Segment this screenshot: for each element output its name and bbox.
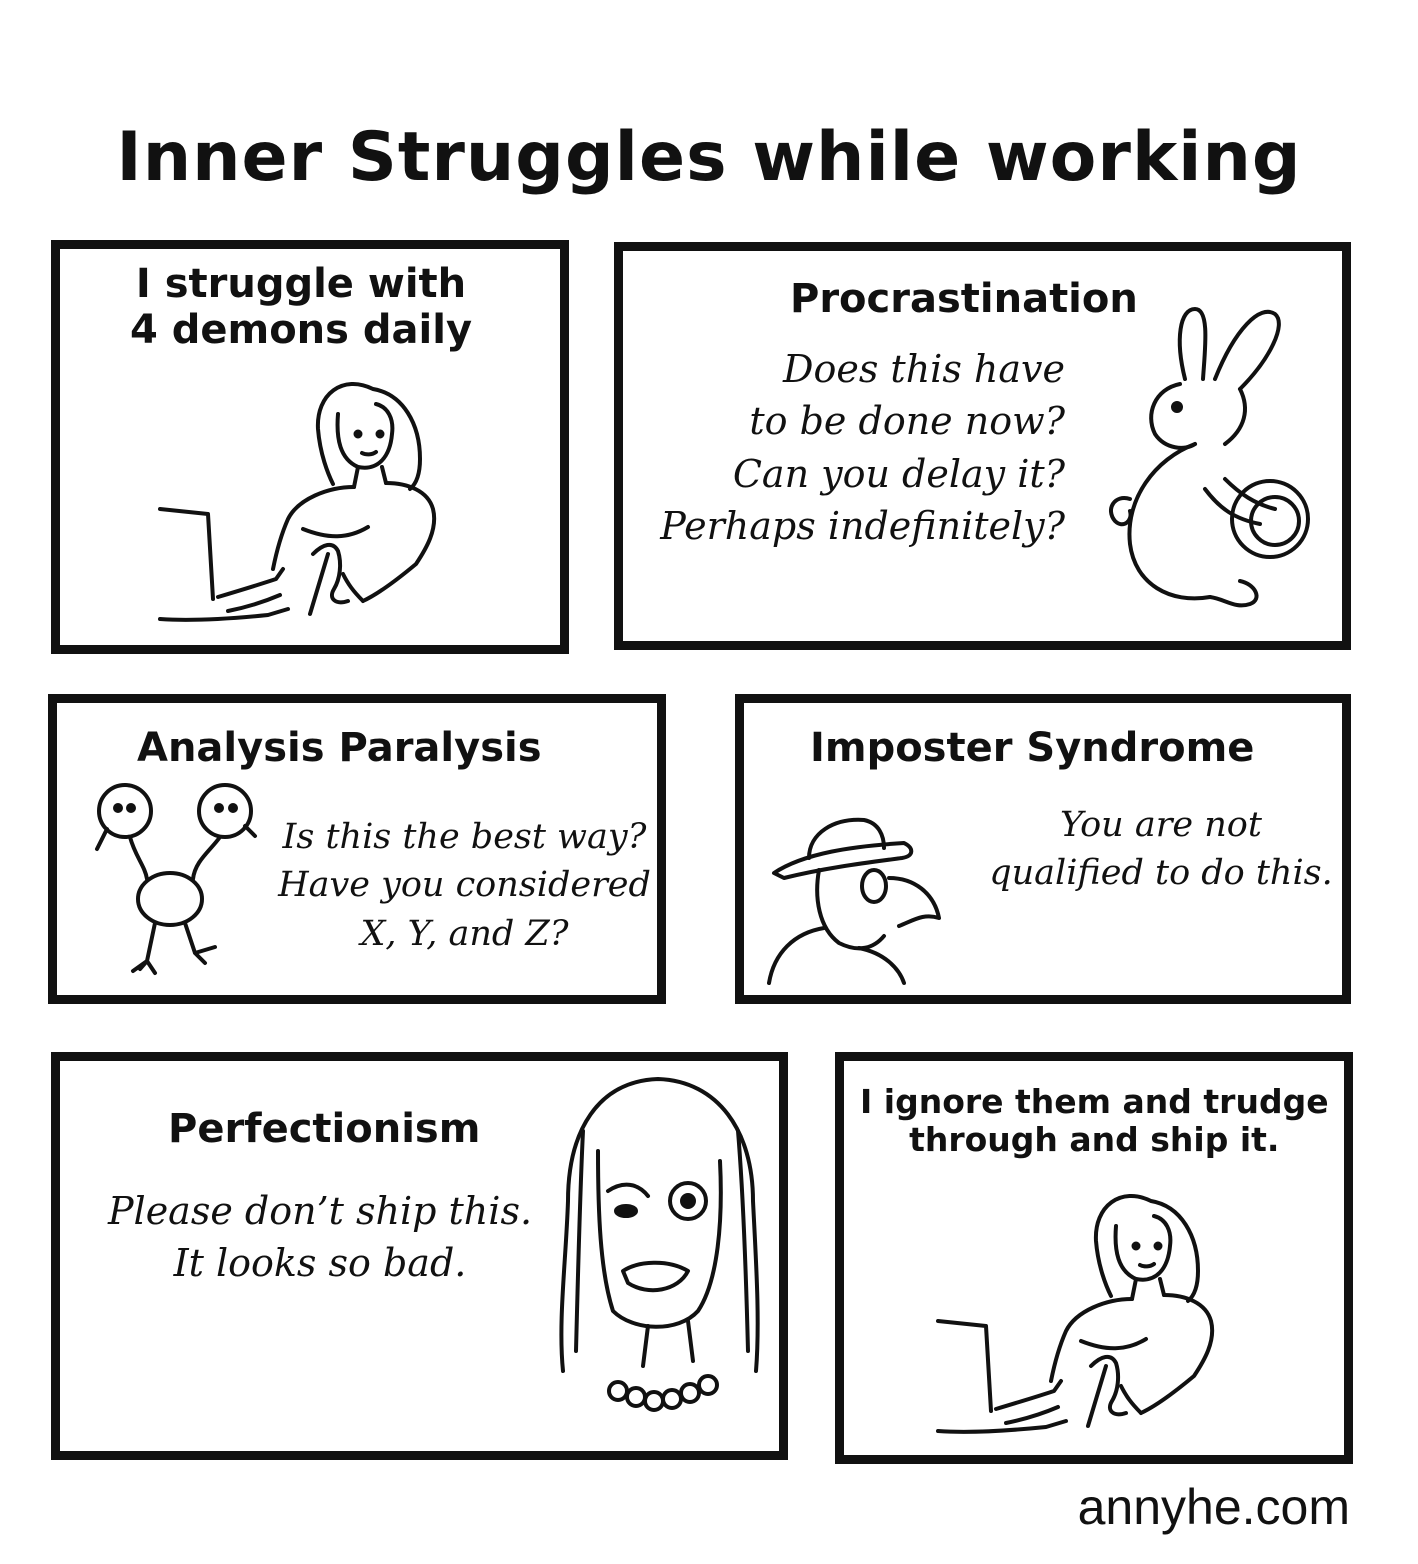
panel-procrastination: Procrastination Does this have to be don… [614,242,1351,650]
resolution-heading: I ignore them and trudge through and shi… [860,1083,1329,1159]
two-headed-bird-icon [95,783,257,975]
perfectionism-quote: Please don’t ship this. It looks so bad. [100,1185,540,1290]
imposter-syndrome-quote: You are not qualified to do this. [980,801,1342,898]
procrastination-quote-line-1: Does this have [783,347,1065,391]
perfectionism-quote-line-1: Please don’t ship this. [107,1189,533,1233]
rabbit-with-wheel-icon [1109,307,1310,608]
analysis-paralysis-quote-line-2: Have you considered [278,865,651,906]
resolution-heading-line-1: I ignore them and trudge [860,1082,1329,1121]
perfectionism-heading: Perfectionism [168,1106,481,1152]
woman-at-laptop-icon [936,1194,1215,1434]
imposter-syndrome-heading: Imposter Syndrome [810,725,1255,771]
perfectionism-quote-line-2: It looks so bad. [173,1241,467,1286]
resolution-heading-line-2: through and ship it. [909,1119,1280,1159]
analysis-paralysis-quote-line-3: X, Y, and Z? [360,913,569,954]
panel-imposter-syndrome: Imposter Syndrome You are not qualified … [735,694,1351,1004]
bird-in-hat-icon [767,817,941,985]
analysis-paralysis-quote: Is this the best way? Have you considere… [267,813,662,958]
intro-heading: I struggle with 4 demons daily [130,261,472,353]
imposter-syndrome-quote-line-2: qualified to do this. [989,853,1333,894]
panel-intro: I struggle with 4 demons daily [51,240,569,654]
woman-at-laptop-icon [158,382,437,622]
procrastination-quote-line-4: Perhaps indefinitely? [660,504,1065,549]
site-credit: annyhe.com [1077,1479,1350,1535]
panel-perfectionism: Perfectionism Please don’t ship this. It… [51,1052,788,1460]
panel-resolution: I ignore them and trudge through and shi… [835,1052,1353,1464]
procrastination-quote: Does this have to be done now? Can you d… [635,343,1065,553]
intro-heading-line-1: I struggle with [135,261,467,307]
analysis-paralysis-quote-line-1: Is this the best way? [282,817,647,857]
panel-analysis-paralysis: Analysis Paralysis Is this the best way?… [48,694,666,1004]
page-title: Inner Struggles while working [116,118,1302,197]
intro-heading-line-2: 4 demons daily [130,307,473,353]
scowling-woman-icon [559,1077,760,1412]
procrastination-quote-line-3: Can you delay it? [732,451,1065,496]
imposter-syndrome-quote-line-1: You are not [1060,805,1262,845]
procrastination-quote-line-2: to be done now? [749,399,1065,444]
analysis-paralysis-heading: Analysis Paralysis [137,725,542,771]
